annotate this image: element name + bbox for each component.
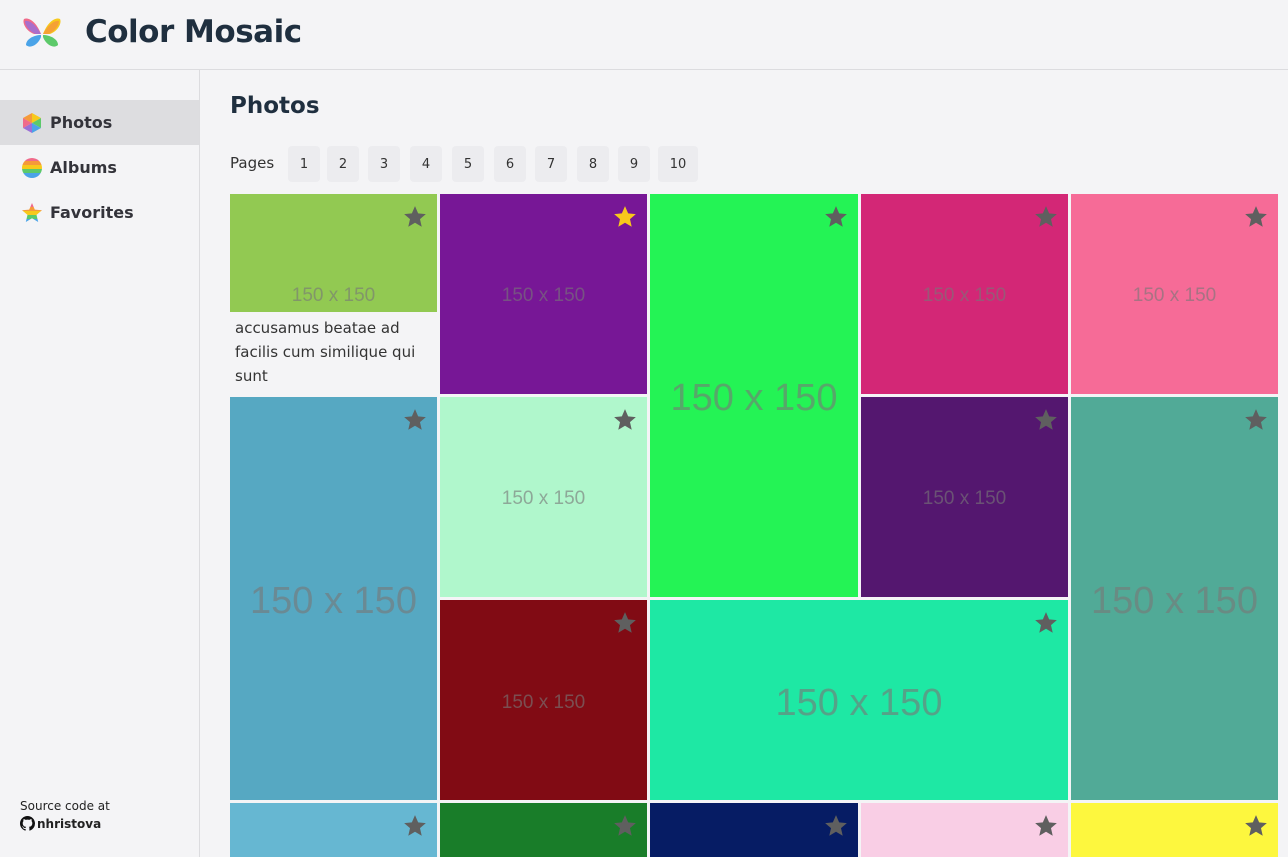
sidebar-item-label: Favorites [50, 203, 134, 222]
albums-icon [22, 157, 42, 178]
github-link[interactable]: nhristova [20, 816, 110, 831]
sidebar-item-favorites[interactable]: Favorites [0, 190, 199, 235]
star-icon[interactable] [1243, 813, 1269, 839]
page-button-4[interactable]: 4 [410, 146, 442, 182]
photo-placeholder-label: 150 x 150 [501, 691, 586, 713]
photo-placeholder-label: 150 x 150 [501, 284, 586, 306]
page-button-2[interactable]: 2 [327, 146, 359, 182]
star-icon[interactable] [402, 813, 428, 839]
source-note: Source code at nhristova [20, 799, 110, 831]
star-icon[interactable] [402, 407, 428, 433]
page-button-3[interactable]: 3 [368, 146, 400, 182]
star-icon[interactable] [612, 610, 638, 636]
star-icon[interactable] [1243, 407, 1269, 433]
star-icon[interactable] [1033, 204, 1059, 230]
photo-placeholder-label: 150 x 150 [250, 580, 417, 623]
source-text: Source code at [20, 799, 110, 813]
app-title: Color Mosaic [85, 14, 302, 50]
star-icon[interactable] [1033, 813, 1059, 839]
github-icon [20, 816, 35, 831]
photo-placeholder-label: 150 x 150 [291, 284, 376, 306]
butterfly-logo-icon[interactable] [22, 17, 62, 51]
page-button-8[interactable]: 8 [577, 146, 609, 182]
page-title: Photos [230, 93, 320, 119]
page-button-9[interactable]: 9 [618, 146, 650, 182]
photo-placeholder-label: 150 x 150 [670, 377, 838, 420]
star-icon[interactable] [1243, 204, 1269, 230]
photo-placeholder-label: 150 x 150 [922, 487, 1007, 509]
github-username: nhristova [37, 816, 102, 831]
favorites-star-icon [22, 202, 42, 222]
star-icon[interactable] [612, 813, 638, 839]
photo-placeholder-label: 150 x 150 [775, 682, 943, 725]
page-button-6[interactable]: 6 [494, 146, 526, 182]
page-button-10[interactable]: 10 [658, 146, 698, 182]
photo-placeholder-label: 150 x 150 [1091, 580, 1258, 623]
star-icon[interactable] [402, 204, 428, 230]
photo-placeholder-label: 150 x 150 [501, 487, 586, 509]
star-icon[interactable] [823, 813, 849, 839]
photo-tile[interactable]: 150 x 150 [230, 397, 437, 800]
photos-icon [23, 112, 41, 133]
page-button-5[interactable]: 5 [452, 146, 484, 182]
star-icon[interactable] [612, 407, 638, 433]
app-header: Color Mosaic [0, 0, 1288, 70]
sidebar: Photos Albums Favorites Source code at n… [0, 70, 200, 857]
photo-placeholder-label: 150 x 150 [922, 284, 1007, 306]
sidebar-item-label: Photos [50, 113, 113, 132]
star-filled-icon[interactable] [612, 204, 638, 230]
sidebar-item-albums[interactable]: Albums [0, 145, 199, 190]
star-icon[interactable] [1033, 610, 1059, 636]
page-button-1[interactable]: 1 [288, 146, 320, 182]
sidebar-item-label: Albums [50, 158, 117, 177]
photo-tile[interactable]: 150 x 150 [650, 194, 858, 597]
star-icon[interactable] [1033, 407, 1059, 433]
photo-tile[interactable]: 150 x 150 [650, 600, 1068, 800]
photo-tile[interactable]: 150 x 150 [1071, 397, 1278, 800]
pagination-label: Pages [230, 154, 275, 172]
photo-placeholder-label: 150 x 150 [1132, 284, 1217, 306]
sidebar-item-photos[interactable]: Photos [0, 100, 199, 145]
star-icon[interactable] [823, 204, 849, 230]
page-button-7[interactable]: 7 [535, 146, 567, 182]
photo-caption: accusamus beatae ad facilis cum similiqu… [235, 319, 416, 385]
